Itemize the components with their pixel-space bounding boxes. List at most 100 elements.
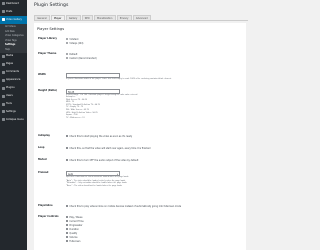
- loop-text: Check this, so that the video will start…: [69, 146, 151, 150]
- video-icon: [1, 18, 5, 22]
- player-library-options: Vidstack Videojs (Old): [66, 37, 83, 45]
- loop-checkbox[interactable]: [66, 146, 69, 150]
- menu-label: Appearance: [6, 78, 21, 82]
- option-label: Custom (Recommended): [69, 56, 97, 60]
- option-label: Default: [69, 52, 78, 56]
- player-control-option[interactable]: Fullscreen: [66, 239, 84, 243]
- menu-label: Pages: [6, 62, 14, 66]
- player-control-option[interactable]: Progressbar: [66, 223, 84, 227]
- muted-label: Muted: [38, 158, 47, 161]
- radio-button[interactable]: [66, 56, 69, 60]
- plugins-icon: [1, 86, 5, 90]
- control-checkbox[interactable]: [66, 227, 69, 231]
- playsinline-label: Playsinline: [38, 204, 53, 207]
- tab-advanced[interactable]: Advanced: [132, 15, 151, 22]
- player-control-option[interactable]: Current Time: [66, 219, 84, 223]
- tab-player[interactable]: Player: [50, 15, 65, 22]
- autoplay-checkbox[interactable]: [66, 134, 69, 138]
- tab-monetization[interactable]: Monetization: [93, 15, 116, 22]
- settings-panel: Player Settings Player Library Vidstack …: [34, 23, 246, 250]
- preload-label: Preload: [38, 171, 49, 174]
- collapse-icon: [1, 118, 5, 122]
- player-theme-option[interactable]: Custom (Recommended): [66, 56, 97, 60]
- width-description: In pixels. Maximum width of the player. …: [66, 77, 172, 80]
- option-label: Videojs (Old): [69, 41, 84, 45]
- preload-control: Auto ▾ Specifies if and how the video sho…: [66, 171, 129, 187]
- player-control-option[interactable]: Play / Pause: [66, 215, 84, 219]
- menu-item-pages[interactable]: Pages: [0, 61, 27, 69]
- muted-checkbox[interactable]: [66, 158, 69, 162]
- users-icon: [1, 94, 5, 98]
- autoplay-control[interactable]: Check this to start playing the video as…: [66, 134, 132, 138]
- tab-general[interactable]: General: [34, 15, 50, 22]
- menu-label: Tools: [6, 101, 12, 105]
- dashboard-icon: [1, 2, 5, 6]
- submenu-label: All Videos: [5, 24, 16, 28]
- autoplay-label: Autoplay: [38, 134, 50, 137]
- video-gallery-submenu: All Videos Add New Video Categories Vide…: [0, 23, 27, 53]
- submenu-item-help[interactable]: Help: [0, 47, 27, 52]
- submenu-label: Help: [5, 47, 10, 51]
- settings-icon: [1, 110, 5, 114]
- control-checkbox[interactable]: [66, 223, 69, 227]
- tab-seo[interactable]: SEO: [81, 15, 93, 22]
- height-label: Height (Ratio): [38, 89, 58, 92]
- menu-item-plugins[interactable]: Plugins: [0, 84, 27, 92]
- menu-item-video-gallery[interactable]: Video Gallery: [0, 15, 27, 24]
- radio-button[interactable]: [66, 52, 69, 56]
- tab-privacy[interactable]: Privacy: [116, 15, 132, 22]
- preload-note: "None" - The video should not be loaded …: [66, 184, 122, 187]
- preload-select[interactable]: Auto ▾: [66, 171, 120, 176]
- menu-item-appearance[interactable]: Appearance: [0, 76, 27, 84]
- loop-control[interactable]: Check this, so that the video will start…: [66, 146, 150, 150]
- option-label: Quality: [69, 231, 78, 235]
- menu-item-media[interactable]: Media: [0, 53, 27, 61]
- tab-gallery[interactable]: Gallery: [65, 15, 81, 22]
- player-controls-label: Player Controls: [38, 215, 59, 218]
- control-checkbox[interactable]: [66, 231, 69, 235]
- appearance-icon: [1, 78, 5, 82]
- player-library-option[interactable]: Videojs (Old): [66, 41, 83, 45]
- chevron-down-icon: ▾: [116, 172, 118, 176]
- radio-button[interactable]: [66, 41, 69, 45]
- menu-item-collapse[interactable]: Collapse menu: [0, 116, 27, 124]
- option-label: Volume: [69, 235, 78, 239]
- radio-button[interactable]: [66, 37, 69, 41]
- submenu-label: Settings: [5, 43, 16, 47]
- muted-control[interactable]: Check this to turn OFF the audio output …: [66, 158, 138, 162]
- muted-text: Check this to turn OFF the audio output …: [69, 158, 139, 162]
- option-label: Vidstack: [69, 37, 79, 41]
- option-label: Current Time: [69, 219, 84, 223]
- playsinline-checkbox[interactable]: [66, 204, 69, 208]
- page-title: Plugin Settings: [34, 3, 69, 8]
- control-checkbox[interactable]: [66, 239, 69, 243]
- height-control: 56.25 In percentage. 1 to 100. Calculate…: [66, 89, 138, 119]
- player-controls-options: Play / Pause Current Time Progressbar Du…: [66, 215, 84, 243]
- menu-item-dashboard[interactable]: Dashboard: [0, 0, 27, 8]
- menu-item-posts[interactable]: Posts: [0, 8, 27, 16]
- menu-item-users[interactable]: Users: [0, 92, 27, 100]
- height-example: TV - Widescreen - 51: [66, 116, 85, 119]
- comments-icon: [1, 70, 5, 74]
- width-label: Width: [38, 73, 47, 76]
- menu-item-comments[interactable]: Comments: [0, 69, 27, 77]
- admin-sidebar: Dashboard Posts Video Gallery All Videos…: [0, 0, 27, 250]
- pages-icon: [1, 63, 5, 67]
- control-checkbox[interactable]: [66, 219, 69, 223]
- menu-label: Posts: [6, 9, 13, 13]
- autoplay-text: Check this to start playing the video as…: [69, 134, 133, 138]
- playsinline-control[interactable]: Check this to play videos inline on mobi…: [66, 204, 181, 208]
- menu-label: Collapse menu: [6, 117, 24, 121]
- player-theme-label: Player Theme: [38, 52, 57, 55]
- control-checkbox[interactable]: [66, 235, 69, 239]
- width-control: In pixels. Maximum width of the player. …: [66, 73, 172, 80]
- submenu-label: Video Tags: [5, 38, 17, 42]
- playsinline-text: Check this to play videos inline on mobi…: [69, 204, 182, 208]
- option-label: Progressbar: [69, 223, 83, 227]
- main-content: Plugin Settings General Player Gallery S…: [27, 0, 250, 250]
- menu-item-tools[interactable]: Tools: [0, 100, 27, 108]
- control-checkbox[interactable]: [66, 215, 69, 219]
- option-label: Fullscreen: [69, 239, 81, 243]
- menu-item-settings[interactable]: Settings: [0, 108, 27, 116]
- submenu-label: Video Categories: [5, 34, 24, 38]
